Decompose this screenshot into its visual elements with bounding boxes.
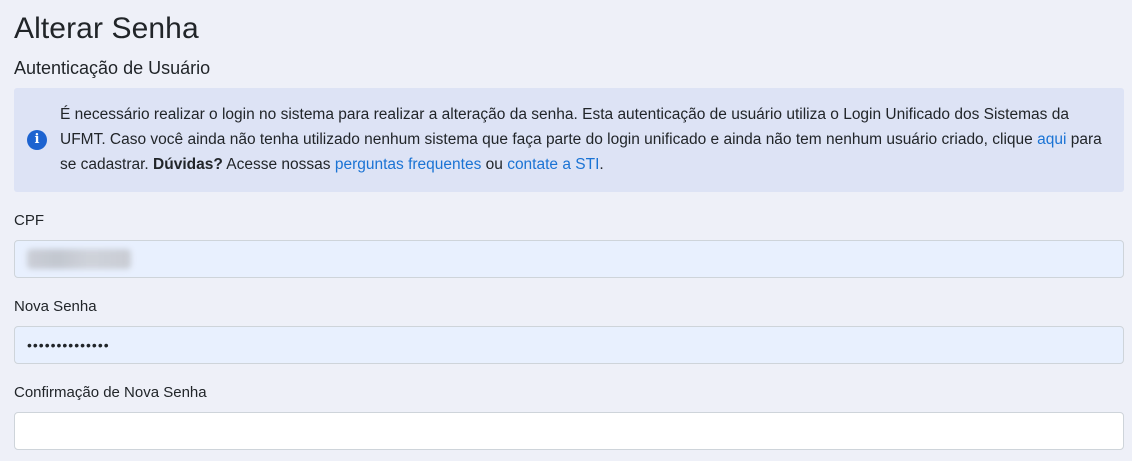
new-password-value: ••••••••••••••	[27, 337, 110, 353]
alert-text-3: Acesse nossas	[222, 156, 335, 173]
new-password-field-group: Nova Senha ••••••••••••••	[14, 297, 1124, 364]
page-title: Alterar Senha	[14, 12, 199, 45]
new-password-input[interactable]: ••••••••••••••	[14, 326, 1124, 364]
page-subtitle: Autenticação de Usuário	[14, 58, 211, 78]
contact-sti-link[interactable]: contate a STI	[507, 156, 599, 173]
page-container: Alterar Senha Autenticação de Usuário i …	[0, 0, 1124, 450]
cpf-label: CPF	[14, 212, 44, 229]
cpf-redacted-value	[27, 249, 131, 269]
alert-text-5: .	[599, 156, 604, 173]
register-link[interactable]: aqui	[1037, 131, 1066, 148]
alert-text-4: ou	[481, 156, 508, 173]
info-alert: i É necessário realizar o login no siste…	[14, 88, 1124, 192]
cpf-field-group: CPF	[14, 211, 1124, 278]
info-circle-icon: i	[27, 130, 47, 150]
confirm-password-label: Confirmação de Nova Senha	[14, 384, 207, 401]
alert-text-1: É necessário realizar o login no sistema…	[60, 106, 1069, 148]
alert-doubts-label: Dúvidas?	[153, 156, 223, 173]
confirm-password-input[interactable]	[14, 412, 1124, 450]
faq-link[interactable]: perguntas frequentes	[335, 156, 482, 173]
new-password-label: Nova Senha	[14, 298, 97, 315]
cpf-input[interactable]	[14, 240, 1124, 278]
confirm-password-field-group: Confirmação de Nova Senha	[14, 383, 1124, 450]
